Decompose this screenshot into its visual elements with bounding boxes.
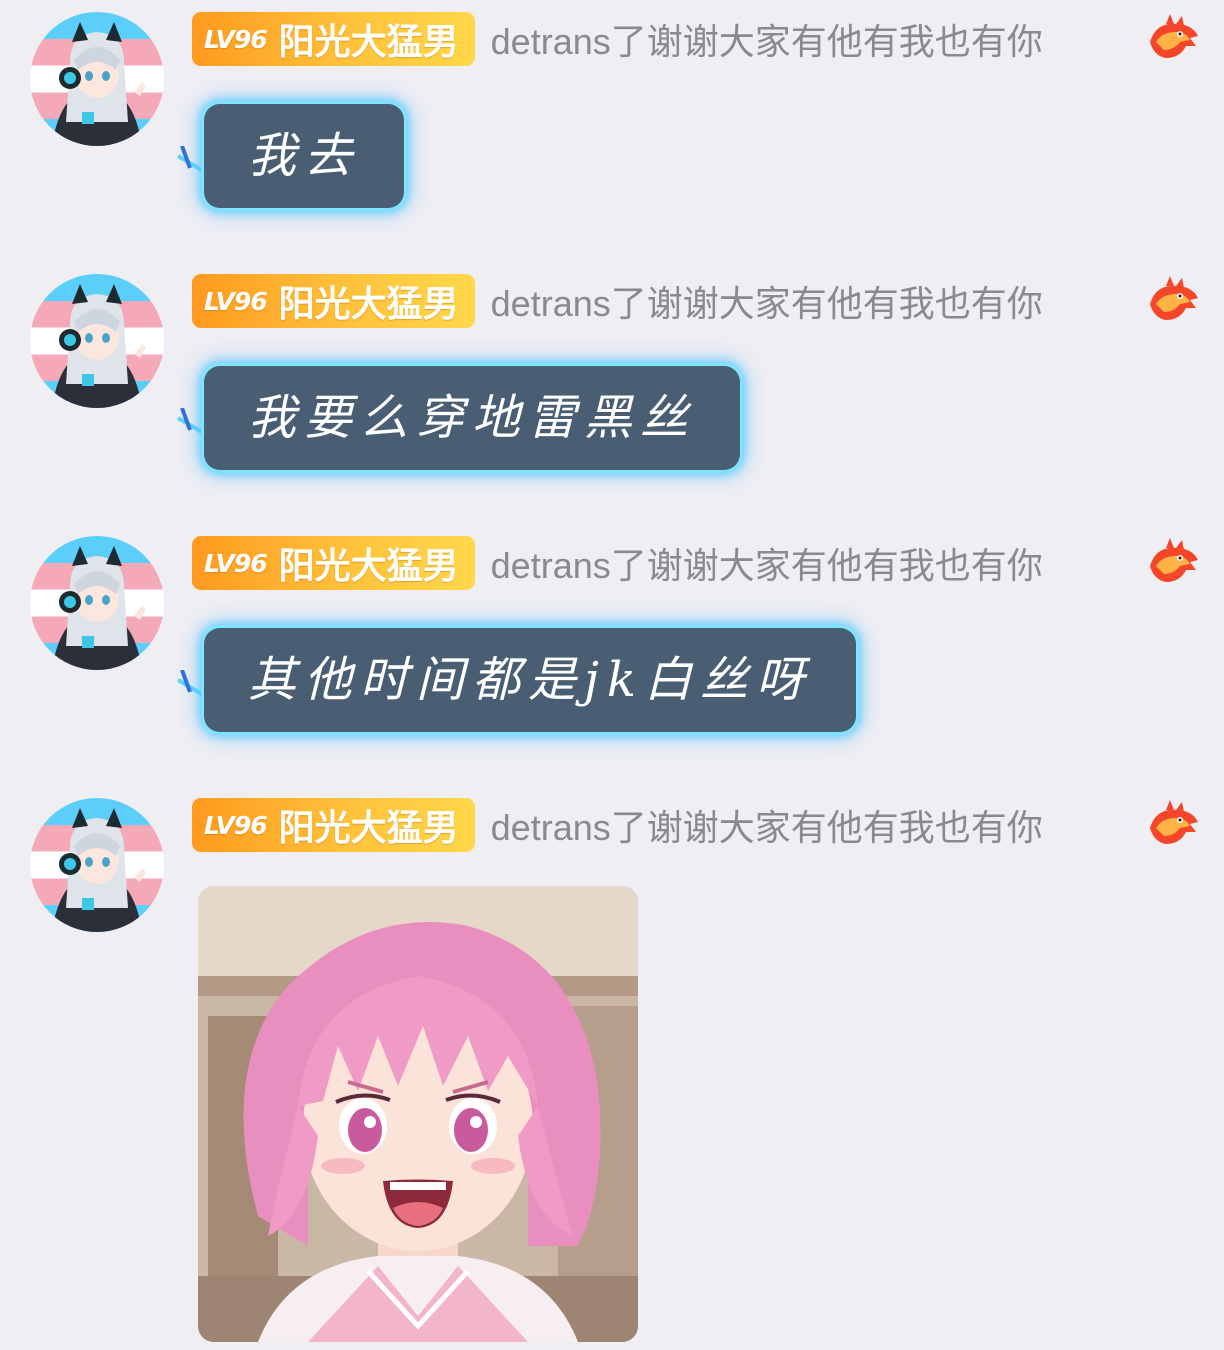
sender-nickname[interactable]: detrans了谢谢大家有他有我也有你 [491,275,1043,327]
message-header: LV96 阳光大猛男 detrans了谢谢大家有他有我也有你 [192,274,1043,328]
avatar[interactable] [30,798,164,932]
group-title: 阳光大猛男 [278,546,459,587]
message-header: LV96 阳光大猛男 detrans了谢谢大家有他有我也有你 [192,798,1043,852]
group-title: 阳光大猛男 [278,808,459,849]
sender-nickname[interactable]: detrans了谢谢大家有他有我也有你 [491,13,1043,65]
level-label: LV96 [204,286,268,316]
message-text[interactable]: 我要么穿地雷黑丝 [204,366,741,470]
level-label: LV96 [204,548,268,578]
message-header: LV96 阳光大猛男 detrans了谢谢大家有他有我也有你 [192,12,1043,66]
avatar[interactable] [30,12,164,146]
level-badge[interactable]: LV96 阳光大猛男 [192,12,475,66]
avatar[interactable] [30,536,164,670]
level-badge[interactable]: LV96 阳光大猛男 [192,274,475,328]
message-bubble-wrap: 我去 [176,86,405,208]
dragon-icon [1146,274,1202,330]
group-title: 阳光大猛男 [278,22,459,63]
level-badge[interactable]: LV96 阳光大猛男 [192,536,475,590]
sender-nickname[interactable]: detrans了谢谢大家有他有我也有你 [491,799,1043,851]
level-label: LV96 [204,24,268,54]
message-header: LV96 阳光大猛男 detrans了谢谢大家有他有我也有你 [192,536,1043,590]
dragon-icon [1146,12,1202,68]
avatar[interactable] [30,274,164,408]
chat-view: LV96 阳光大猛男 detrans了谢谢大家有他有我也有你 我去 LV96 阳… [0,0,1224,1350]
message-bubble-wrap: 我要么穿地雷黑丝 [176,348,741,470]
level-badge[interactable]: LV96 阳光大猛男 [192,798,475,852]
message-text[interactable]: 其他时间都是jk白丝呀 [204,628,856,732]
dragon-icon [1146,798,1202,854]
group-title: 阳光大猛男 [278,284,459,325]
message-text[interactable]: 我去 [204,104,405,208]
message-bubble-wrap: 其他时间都是jk白丝呀 [176,610,856,732]
sender-nickname[interactable]: detrans了谢谢大家有他有我也有你 [491,537,1043,589]
level-label: LV96 [204,810,268,840]
dragon-icon [1146,536,1202,592]
sticker-image[interactable] [198,886,638,1342]
